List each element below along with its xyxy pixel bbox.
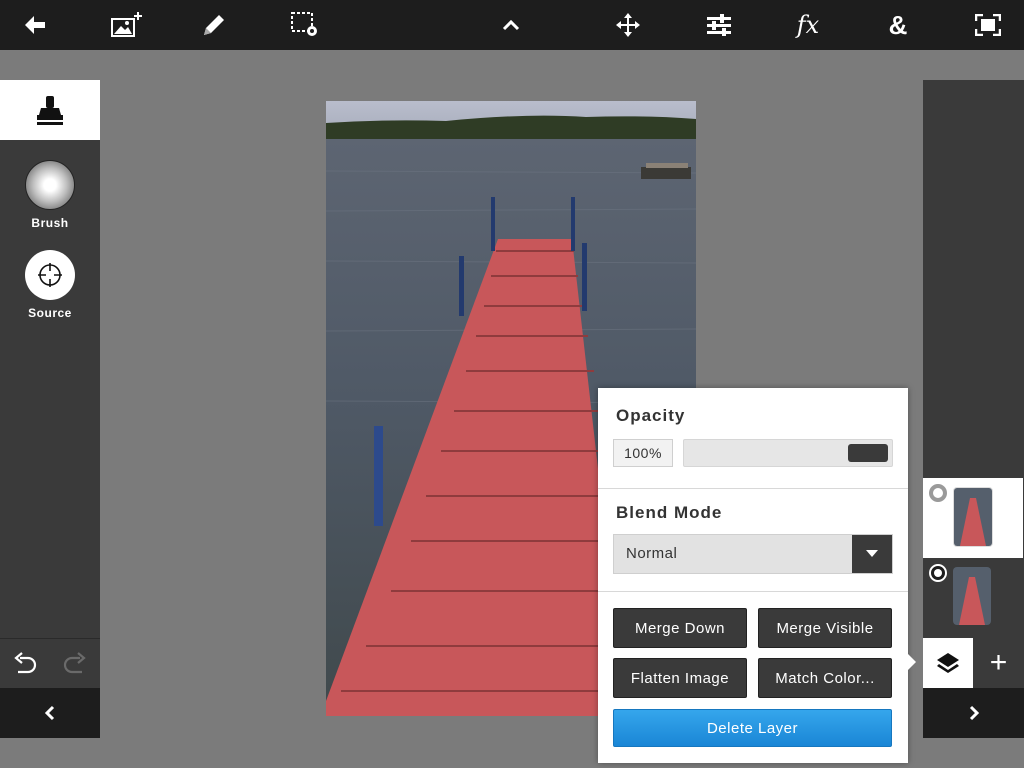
delete-layer-button[interactable]: Delete Layer	[613, 709, 892, 747]
layers-toolbar: +	[923, 638, 1024, 688]
move-icon[interactable]	[603, 0, 653, 50]
top-toolbar: fx &	[0, 0, 1024, 50]
ampersand-label: &	[888, 9, 908, 40]
add-image-icon[interactable]	[102, 0, 152, 50]
adjustments-icon[interactable]	[694, 0, 744, 50]
opacity-heading: Opacity	[616, 406, 686, 425]
opacity-slider[interactable]	[683, 439, 893, 467]
blend-mode-value: Normal	[626, 545, 678, 562]
match-color-button[interactable]: Match Color...	[758, 658, 892, 698]
source-crosshair-icon[interactable]	[25, 250, 75, 300]
collapse-left-panel-button[interactable]	[0, 688, 100, 738]
fit-screen-icon[interactable]	[963, 0, 1013, 50]
brush-label: Brush	[31, 216, 69, 230]
brush-preview[interactable]	[25, 160, 75, 210]
opacity-value-field[interactable]: 100%	[613, 439, 673, 467]
layer-thumbnail[interactable]	[953, 487, 993, 547]
pencil-icon[interactable]	[189, 0, 239, 50]
layer-options-popover: Opacity 100% Blend Mode Normal Merge Dow…	[598, 388, 908, 763]
blend-mode-select[interactable]: Normal	[613, 534, 893, 574]
fx-label: fx	[796, 11, 820, 39]
popover-pointer	[906, 652, 916, 672]
history-controls	[0, 638, 100, 689]
source-label: Source	[28, 306, 72, 320]
layer-item-1[interactable]	[923, 478, 1023, 558]
merge-down-button[interactable]: Merge Down	[613, 608, 747, 648]
blend-mode-heading: Blend Mode	[616, 503, 723, 522]
divider	[598, 591, 908, 592]
selection-settings-icon[interactable]	[280, 0, 330, 50]
layers-icon	[937, 653, 959, 673]
layer-item-2[interactable]	[923, 558, 1023, 638]
source-tool[interactable]: Source	[0, 250, 100, 320]
undo-icon[interactable]	[12, 651, 38, 677]
opacity-slider-handle[interactable]	[848, 444, 888, 462]
layer-visibility-radio[interactable]	[929, 564, 947, 582]
layers-button[interactable]	[923, 638, 973, 688]
redo-icon[interactable]	[62, 651, 88, 677]
layer-visibility-radio[interactable]	[929, 484, 947, 502]
collapse-right-panel-button[interactable]	[923, 688, 1024, 738]
clone-stamp-tool-tab[interactable]	[0, 80, 100, 140]
add-layer-label: +	[989, 646, 1008, 679]
chevron-left-icon	[44, 705, 55, 721]
dropdown-arrow-icon[interactable]	[852, 535, 892, 573]
chevron-up-icon[interactable]	[486, 0, 536, 50]
layers-panel: +	[923, 80, 1024, 688]
divider	[598, 488, 908, 489]
brush-tool[interactable]: Brush	[0, 160, 100, 230]
flatten-image-button[interactable]: Flatten Image	[613, 658, 747, 698]
layer-thumbnail[interactable]	[953, 567, 991, 625]
chevron-right-icon	[969, 705, 979, 721]
tool-options-panel: Brush Source	[0, 80, 100, 688]
back-arrow-icon[interactable]	[10, 0, 60, 50]
fx-icon[interactable]: fx	[783, 0, 833, 50]
merge-visible-button[interactable]: Merge Visible	[758, 608, 892, 648]
clone-stamp-icon	[37, 96, 63, 125]
add-layer-button[interactable]: +	[973, 638, 1024, 688]
ampersand-icon[interactable]: &	[873, 0, 923, 50]
